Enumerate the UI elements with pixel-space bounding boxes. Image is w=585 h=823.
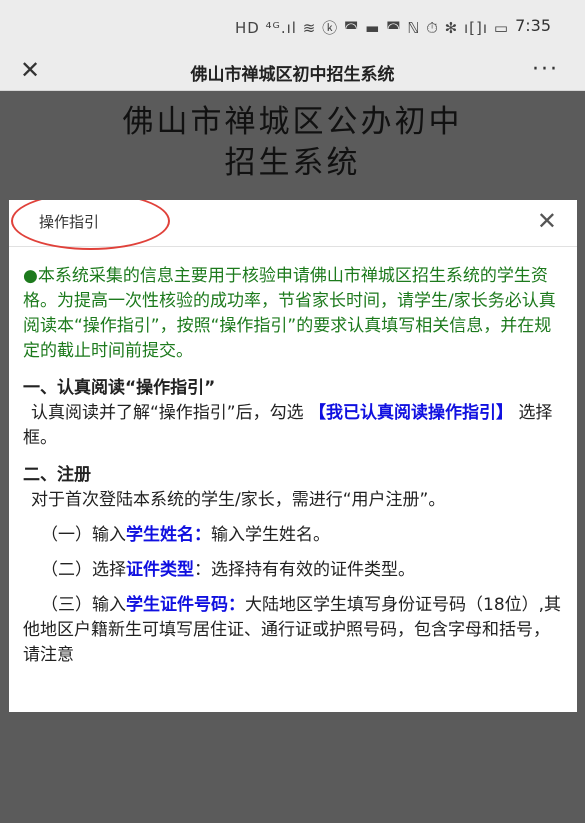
section1-body: 认真阅读并了解“操作指引”后，勾选	[31, 403, 304, 423]
modal-close-icon[interactable]: ✕	[537, 206, 557, 236]
item1-text: （一）输入学生姓名：输入学生姓名。	[23, 523, 563, 548]
item1-prefix: （一）输入	[41, 525, 126, 545]
modal-title: 操作指引	[39, 213, 100, 231]
item3-text: （三）输入学生证件号码：大陆地区学生填写身份证号码（18位）,其他地区户籍新生可…	[23, 593, 563, 668]
nav-bar: ✕ 佛山市禅城区初中招生系统 ···	[0, 52, 585, 91]
item2-text: （二）选择证件类型：选择持有有效的证件类型。	[23, 558, 563, 583]
item2-body: ：选择持有有效的证件类型。	[194, 560, 415, 580]
item2-prefix: （二）选择	[41, 560, 126, 580]
modal-header: 操作指引 ✕	[9, 200, 577, 250]
intro-text: ●本系统采集的信息主要用于核验申请佛山市禅城区招生系统的学生资格。为提高一次性核…	[23, 266, 556, 361]
section1-heading: 一、认真阅读“操作指引”	[23, 378, 216, 398]
page-title: 佛山市禅城区公办初中 招生系统	[60, 102, 525, 184]
nav-title: 佛山市禅城区初中招生系统	[190, 65, 395, 85]
status-time: 7:35	[515, 16, 551, 35]
item1-highlight: 学生姓名：	[126, 525, 211, 545]
status-icons: HD ⁴ᴳ.ıl ≋ ⓚ ◚ ▬ ◚ ℕ ⏱ ✻ ı[]ı ▭	[234, 19, 509, 37]
more-icon[interactable]: ···	[532, 56, 559, 84]
item3-prefix: （三）输入	[41, 595, 126, 615]
modal-body: ●本系统采集的信息主要用于核验申请佛山市禅城区招生系统的学生资格。为提高一次性核…	[23, 264, 563, 668]
page-title-line2: 招生系统	[224, 145, 361, 181]
guide-modal: 操作指引 ✕ ●本系统采集的信息主要用于核验申请佛山市禅城区招生系统的学生资格。…	[9, 200, 577, 712]
item2-highlight: 证件类型	[126, 560, 194, 580]
item3-highlight: 学生证件号码：	[126, 595, 245, 615]
section2-text: 对于首次登陆本系统的学生/家长，需进行“用户注册”。	[31, 490, 446, 510]
agree-checkbox-label: 【我已认真阅读操作指引】	[309, 403, 514, 423]
section2-heading: 二、注册	[23, 465, 91, 485]
page-title-line1: 佛山市禅城区公办初中	[122, 104, 463, 140]
status-bar: HD ⁴ᴳ.ıl ≋ ⓚ ◚ ▬ ◚ ℕ ⏱ ✻ ı[]ı ▭ 7:35	[0, 0, 585, 52]
item1-body: 输入学生姓名。	[211, 525, 330, 545]
section1-text: 认真阅读并了解“操作指引”后，勾选 【我已认真阅读操作指引】 选择框。	[23, 401, 563, 451]
